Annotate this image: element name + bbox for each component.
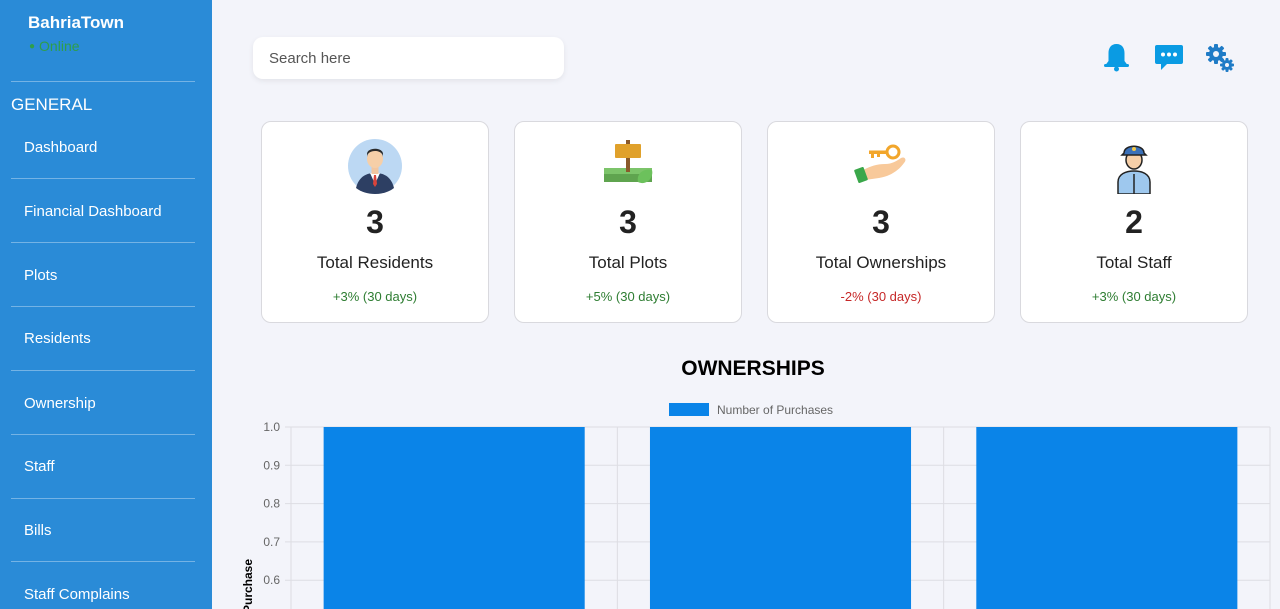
bar (976, 427, 1238, 609)
y-tick-label: 0.7 (263, 535, 280, 549)
y-tick-label: 0.8 (263, 497, 280, 511)
legend-label: Number of Purchases (717, 403, 833, 417)
y-axis-label: Purchase (241, 559, 255, 609)
bar (649, 427, 912, 609)
y-tick-label: 0.6 (263, 573, 280, 587)
bar (323, 427, 585, 609)
y-tick-label: 0.9 (263, 458, 280, 472)
y-tick-label: 1.0 (263, 420, 280, 434)
ownerships-chart: 1.0 0.9 0.8 0.7 0.6 Number of Purchases Purcha… (241, 403, 1271, 609)
legend-swatch (669, 403, 709, 416)
